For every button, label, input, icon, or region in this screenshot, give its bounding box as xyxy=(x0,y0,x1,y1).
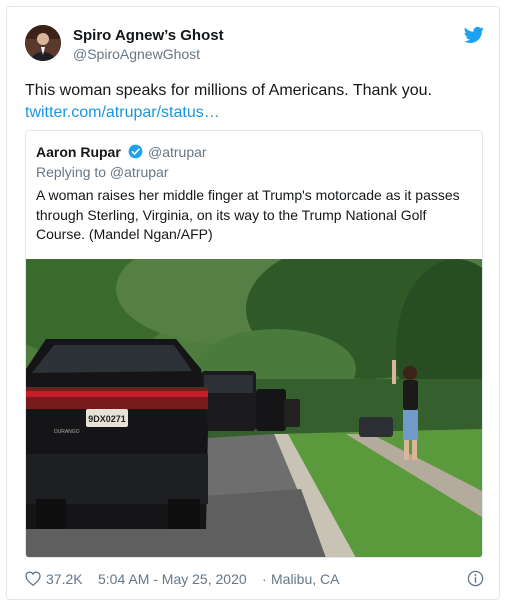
author-handle[interactable]: @SpiroAgnewGhost xyxy=(73,46,200,62)
quoted-author-handle[interactable]: @atrupar xyxy=(148,144,207,160)
author-name[interactable]: Spiro Agnew’s Ghost xyxy=(73,27,224,44)
footer-separator: · xyxy=(262,571,267,587)
info-icon[interactable] xyxy=(467,570,484,587)
tweet-body: This woman speaks for millions of Americ… xyxy=(25,82,432,99)
quoted-author-name[interactable]: Aaron Rupar xyxy=(36,144,121,160)
tweet-footer: 37.2K 5:04 AM - May 25, 2020 · Malibu, C… xyxy=(25,569,485,589)
tweet-text: This woman speaks for millions of Americ… xyxy=(25,80,485,124)
license-plate: 9DX0271 xyxy=(88,414,126,424)
tweet-timestamp[interactable]: 5:04 AM - May 25, 2020 xyxy=(98,571,247,587)
like-count[interactable]: 37.2K xyxy=(46,571,83,587)
author-avatar[interactable] xyxy=(25,25,61,61)
replying-to[interactable]: Replying to @atrupar xyxy=(36,164,169,180)
twitter-bird-icon[interactable] xyxy=(464,26,484,44)
quoted-tweet[interactable]: Aaron Rupar @atrupar Replying to @atrupa… xyxy=(25,130,483,558)
verified-badge-icon xyxy=(128,144,143,159)
tweet-link[interactable]: twitter.com/atrupar/status… xyxy=(25,104,220,121)
tweet-location[interactable]: Malibu, CA xyxy=(271,571,339,587)
tweet-card: Spiro Agnew’s Ghost @SpiroAgnewGhost Thi… xyxy=(6,6,500,600)
quoted-tweet-text: A woman raises her middle finger at Trum… xyxy=(36,187,460,242)
vehicle-badge: DURANGO xyxy=(54,429,80,435)
heart-icon[interactable] xyxy=(25,571,41,586)
quoted-photo[interactable]: 9DX0271 DURANGO xyxy=(26,259,482,558)
